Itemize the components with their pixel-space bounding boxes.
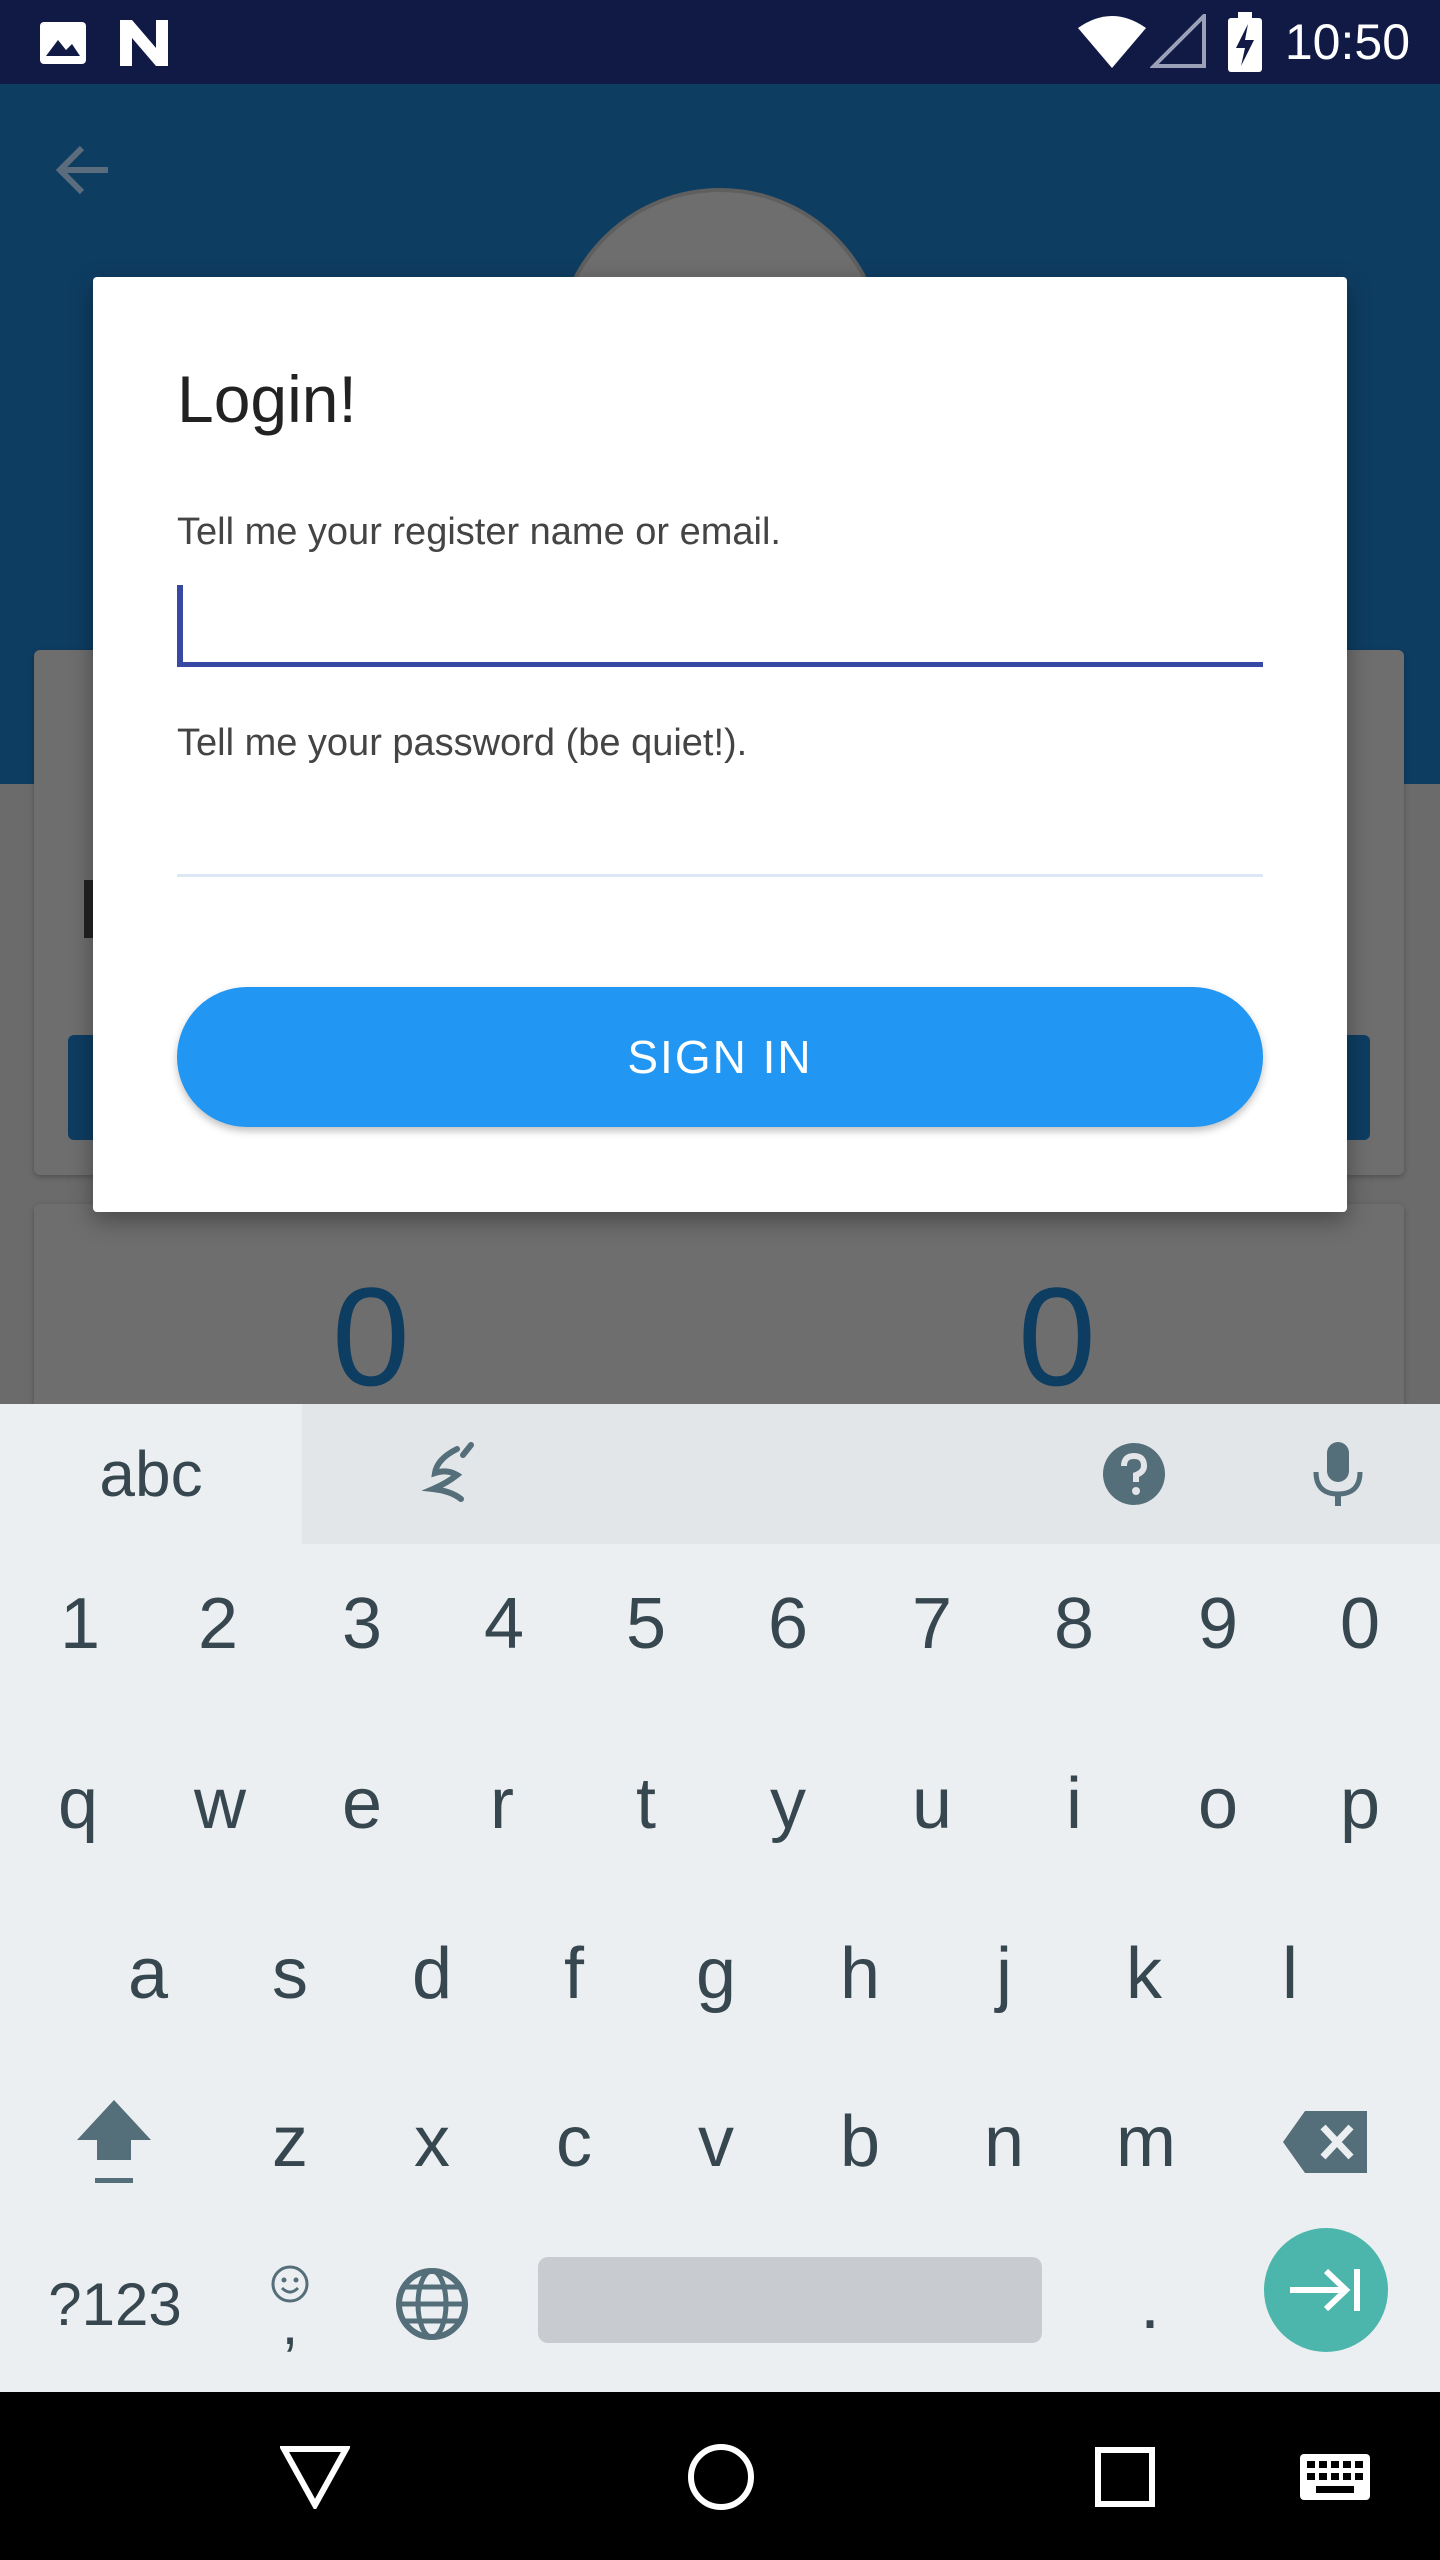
stats-card: [34, 1204, 1404, 1434]
key-m[interactable]: m: [1076, 2072, 1216, 2212]
dialog-title: Login!: [177, 362, 357, 436]
key-9[interactable]: 9: [1148, 1564, 1288, 1684]
recents-square-icon[interactable]: [1080, 2432, 1170, 2522]
key-d[interactable]: d: [362, 1904, 502, 2044]
key-t[interactable]: t: [576, 1734, 716, 1874]
key-w[interactable]: w: [150, 1734, 290, 1874]
key-o[interactable]: o: [1148, 1734, 1288, 1874]
image-icon: [38, 18, 88, 68]
key-i[interactable]: i: [1004, 1734, 1144, 1874]
key-0[interactable]: 0: [1290, 1564, 1430, 1684]
key-u[interactable]: u: [862, 1734, 1002, 1874]
tab-arrow-icon: [1290, 2268, 1360, 2312]
key-r[interactable]: r: [432, 1734, 572, 1874]
sign-in-button[interactable]: SIGN IN: [177, 987, 1263, 1127]
keyboard-tab-abc[interactable]: abc: [0, 1404, 302, 1544]
soft-keyboard: abc 1 2 3 4 5 6 7 8 9 0 q w e r t y u i …: [0, 1404, 1440, 2392]
back-triangle-icon[interactable]: [270, 2432, 360, 2522]
key-j[interactable]: j: [934, 1904, 1074, 2044]
key-h[interactable]: h: [790, 1904, 930, 2044]
stat-value-right: 0: [1018, 1258, 1096, 1415]
login-dialog: Login! Tell me your register name or ema…: [93, 277, 1347, 1212]
key-period[interactable]: .: [1090, 2244, 1210, 2364]
mic-icon[interactable]: [1298, 1434, 1378, 1514]
comma-label: ,: [281, 2290, 299, 2357]
email-field[interactable]: [177, 577, 1263, 667]
back-arrow-icon[interactable]: [48, 134, 120, 206]
key-8[interactable]: 8: [1004, 1564, 1144, 1684]
key-3[interactable]: 3: [292, 1564, 432, 1684]
home-circle-icon[interactable]: [676, 2432, 766, 2522]
key-7[interactable]: 7: [862, 1564, 1002, 1684]
backspace-icon[interactable]: [1256, 2072, 1396, 2212]
key-y[interactable]: y: [718, 1734, 858, 1874]
key-l[interactable]: l: [1220, 1904, 1360, 2044]
battery-charging-icon: [1226, 10, 1264, 74]
globe-icon[interactable]: [382, 2244, 482, 2364]
navigation-bar: [0, 2392, 1440, 2560]
shift-icon[interactable]: [44, 2072, 184, 2212]
key-b[interactable]: b: [790, 2072, 930, 2212]
email-label: Tell me your register name or email.: [177, 511, 781, 553]
symbols-key[interactable]: ?123: [30, 2244, 200, 2364]
key-s[interactable]: s: [220, 1904, 360, 2044]
key-k[interactable]: k: [1074, 1904, 1214, 2044]
status-bar: 10:50: [0, 0, 1440, 84]
key-5[interactable]: 5: [576, 1564, 716, 1684]
key-v[interactable]: v: [646, 2072, 786, 2212]
key-n[interactable]: n: [934, 2072, 1074, 2212]
key-1[interactable]: 1: [10, 1564, 150, 1684]
emoji-comma-key[interactable]: ,: [240, 2244, 340, 2364]
status-time: 10:50: [1284, 14, 1410, 70]
key-4[interactable]: 4: [434, 1564, 574, 1684]
n-logo-icon: [116, 16, 172, 70]
wifi-icon: [1076, 14, 1148, 70]
key-x[interactable]: x: [362, 2072, 502, 2212]
help-icon[interactable]: [1094, 1434, 1174, 1514]
password-field[interactable]: [177, 787, 1263, 877]
key-6[interactable]: 6: [718, 1564, 858, 1684]
key-c[interactable]: c: [504, 2072, 644, 2212]
handwriting-icon[interactable]: [412, 1434, 492, 1514]
password-label: Tell me your password (be quiet!).: [177, 722, 748, 764]
key-e[interactable]: e: [292, 1734, 432, 1874]
key-f[interactable]: f: [504, 1904, 644, 2044]
text-cursor: [177, 585, 183, 663]
key-g[interactable]: g: [646, 1904, 786, 2044]
key-p[interactable]: p: [1290, 1734, 1430, 1874]
signal-icon: [1150, 14, 1208, 70]
stat-value-left: 0: [332, 1258, 410, 1415]
key-2[interactable]: 2: [148, 1564, 288, 1684]
space-bar[interactable]: [538, 2257, 1042, 2343]
key-z[interactable]: z: [220, 2072, 360, 2212]
keyboard-icon[interactable]: [1290, 2432, 1380, 2522]
key-q[interactable]: q: [8, 1734, 148, 1874]
key-a[interactable]: a: [78, 1904, 218, 2044]
next-field-button[interactable]: [1264, 2228, 1388, 2352]
